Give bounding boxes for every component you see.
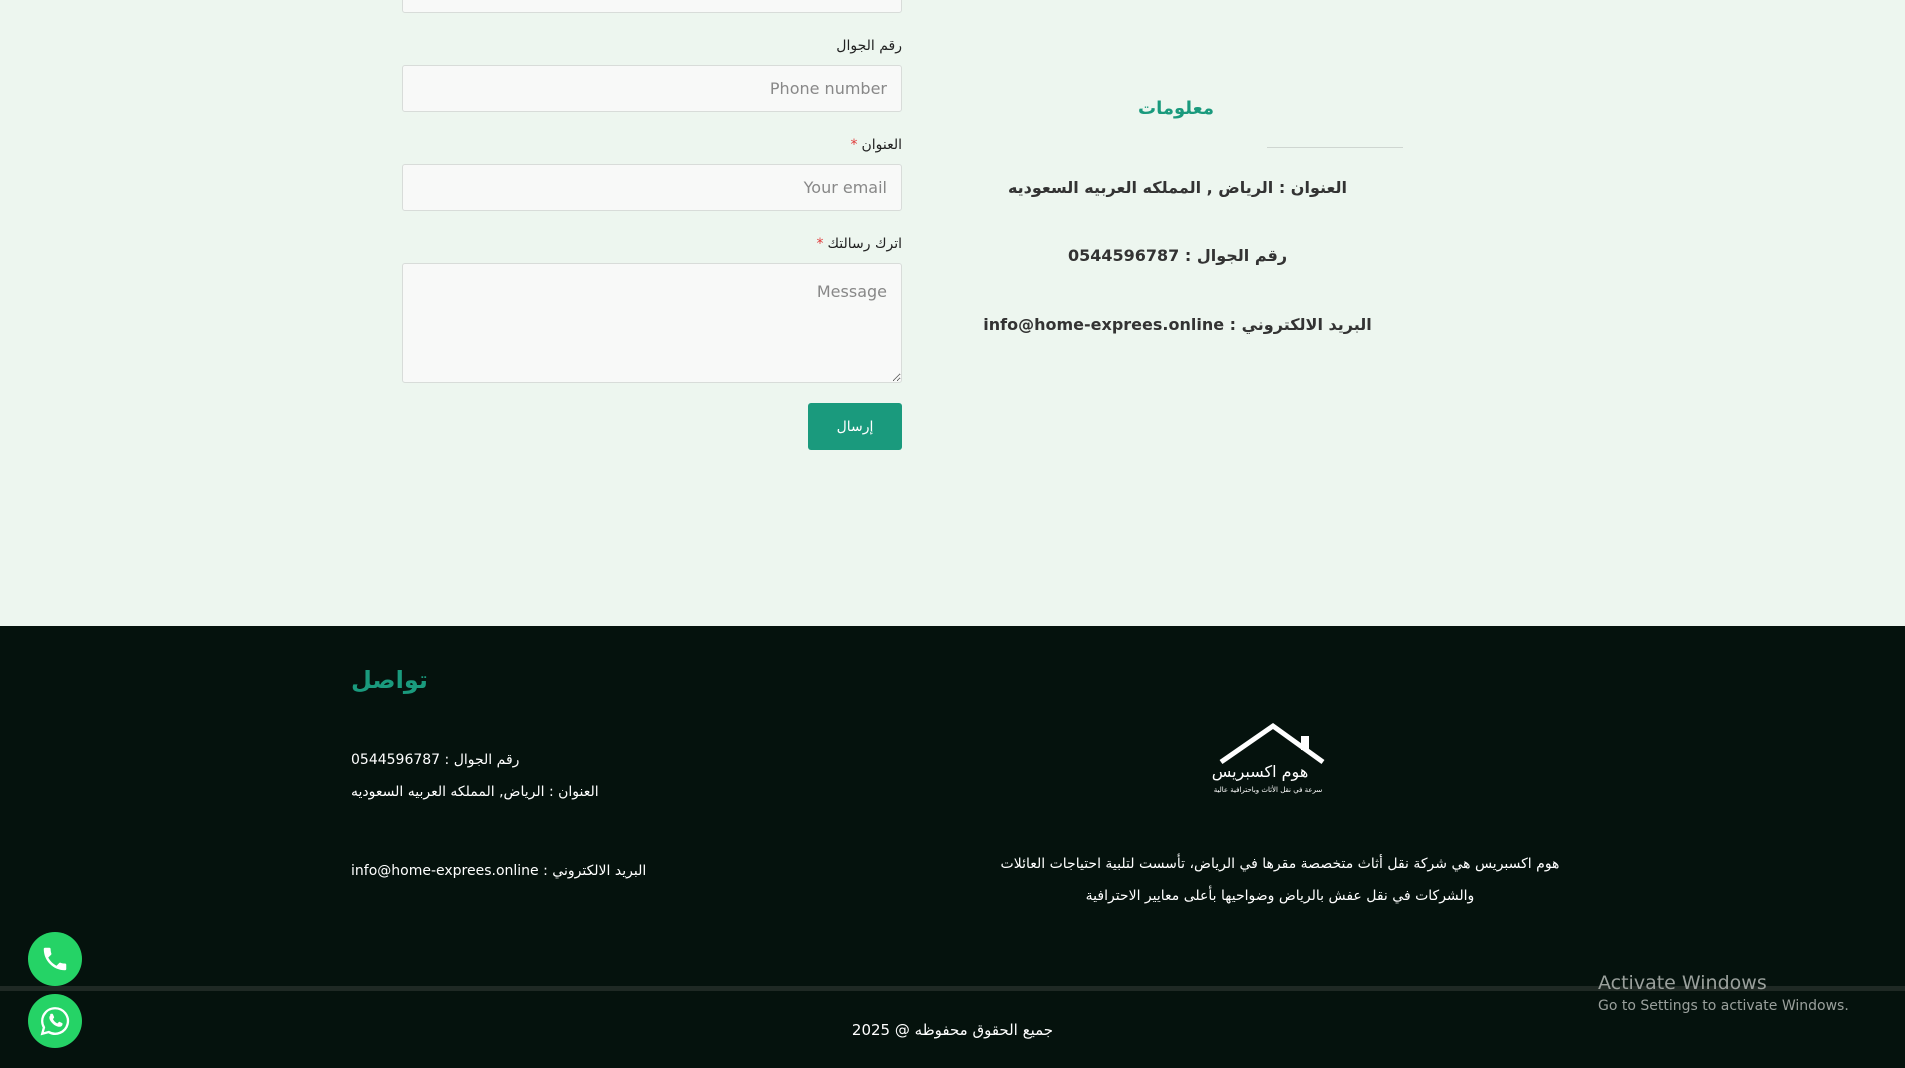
activate-line-1: Activate Windows <box>1598 972 1767 994</box>
footer-contact-title: تواصل <box>351 666 428 694</box>
phone-label: رقم الجوال <box>836 38 902 54</box>
footer-desc-line-1: هوم اكسبريس هي شركة نقل أثاث متخصصة مقره… <box>1000 856 1560 872</box>
info-title: معلومات <box>1138 98 1214 119</box>
info-email: البريد الالكتروني : info@home-exprees.on… <box>983 315 1372 334</box>
submit-button[interactable]: إرسال <box>808 403 902 450</box>
footer: تواصل رقم الجوال : 0544596787 العنوان : … <box>0 626 1905 1068</box>
logo-name: هوم اكسبريس <box>1211 762 1309 781</box>
address-label: العنوان* <box>850 137 902 153</box>
footer-desc-line-2: والشركات في نقل عفش بالرياض وضواحيها بأع… <box>1085 888 1475 904</box>
footer-email[interactable]: البريد الالكتروني : info@home-exprees.on… <box>351 863 646 879</box>
call-float-button[interactable] <box>28 932 82 986</box>
message-label: اترك رسالتك* <box>816 236 902 252</box>
phone-icon <box>43 947 67 971</box>
logo-tagline: سرعة في نقل الأثاث وباحترافية عالية <box>1213 786 1323 794</box>
site-logo[interactable]: هوم اكسبريس سرعة في نقل الأثاث وباحترافي… <box>1205 720 1351 810</box>
footer-phone: رقم الجوال : 0544596787 <box>351 752 520 768</box>
info-address: العنوان : الرياض , المملكه العربيه السعو… <box>1007 178 1348 197</box>
activate-line-2: Go to Settings to activate Windows. <box>1598 998 1849 1014</box>
message-textarea[interactable] <box>402 263 902 383</box>
whatsapp-float-button[interactable] <box>28 994 82 1048</box>
email-field-top[interactable] <box>402 0 902 13</box>
address-input[interactable] <box>402 164 902 211</box>
footer-address: العنوان : الرياض, المملكه العربيه السعود… <box>351 784 599 800</box>
footer-description: هوم اكسبريس هي شركة نقل أثاث متخصصة مقره… <box>1000 848 1560 912</box>
windows-activation-watermark: Activate Windows Go to Settings to activ… <box>1598 972 1849 1014</box>
copyright: جميع الحقوق محفوظه @ 2025 <box>851 1021 1054 1039</box>
info-phone: رقم الجوال : 0544596787 <box>1067 246 1288 265</box>
phone-input[interactable] <box>402 65 902 112</box>
info-divider <box>1267 147 1403 148</box>
whatsapp-icon <box>40 1007 70 1036</box>
